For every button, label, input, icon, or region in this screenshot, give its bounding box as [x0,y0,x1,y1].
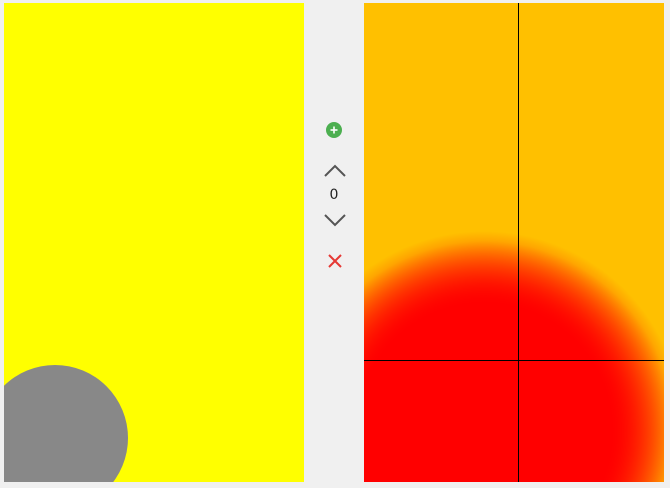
gray-circle-shape[interactable] [4,365,128,482]
app-window: 0 [0,0,670,488]
left-canvas[interactable] [4,3,304,482]
right-canvas[interactable] [364,3,664,482]
add-button[interactable] [326,122,342,138]
chevron-up-icon[interactable] [323,164,347,178]
close-icon[interactable] [327,253,343,269]
counter-value: 0 [329,187,339,203]
plus-icon [330,126,338,134]
horizontal-guide-line [364,360,664,361]
control-panel: 0 [304,3,364,482]
vertical-guide-line [518,3,519,482]
chevron-down-icon[interactable] [323,213,347,227]
